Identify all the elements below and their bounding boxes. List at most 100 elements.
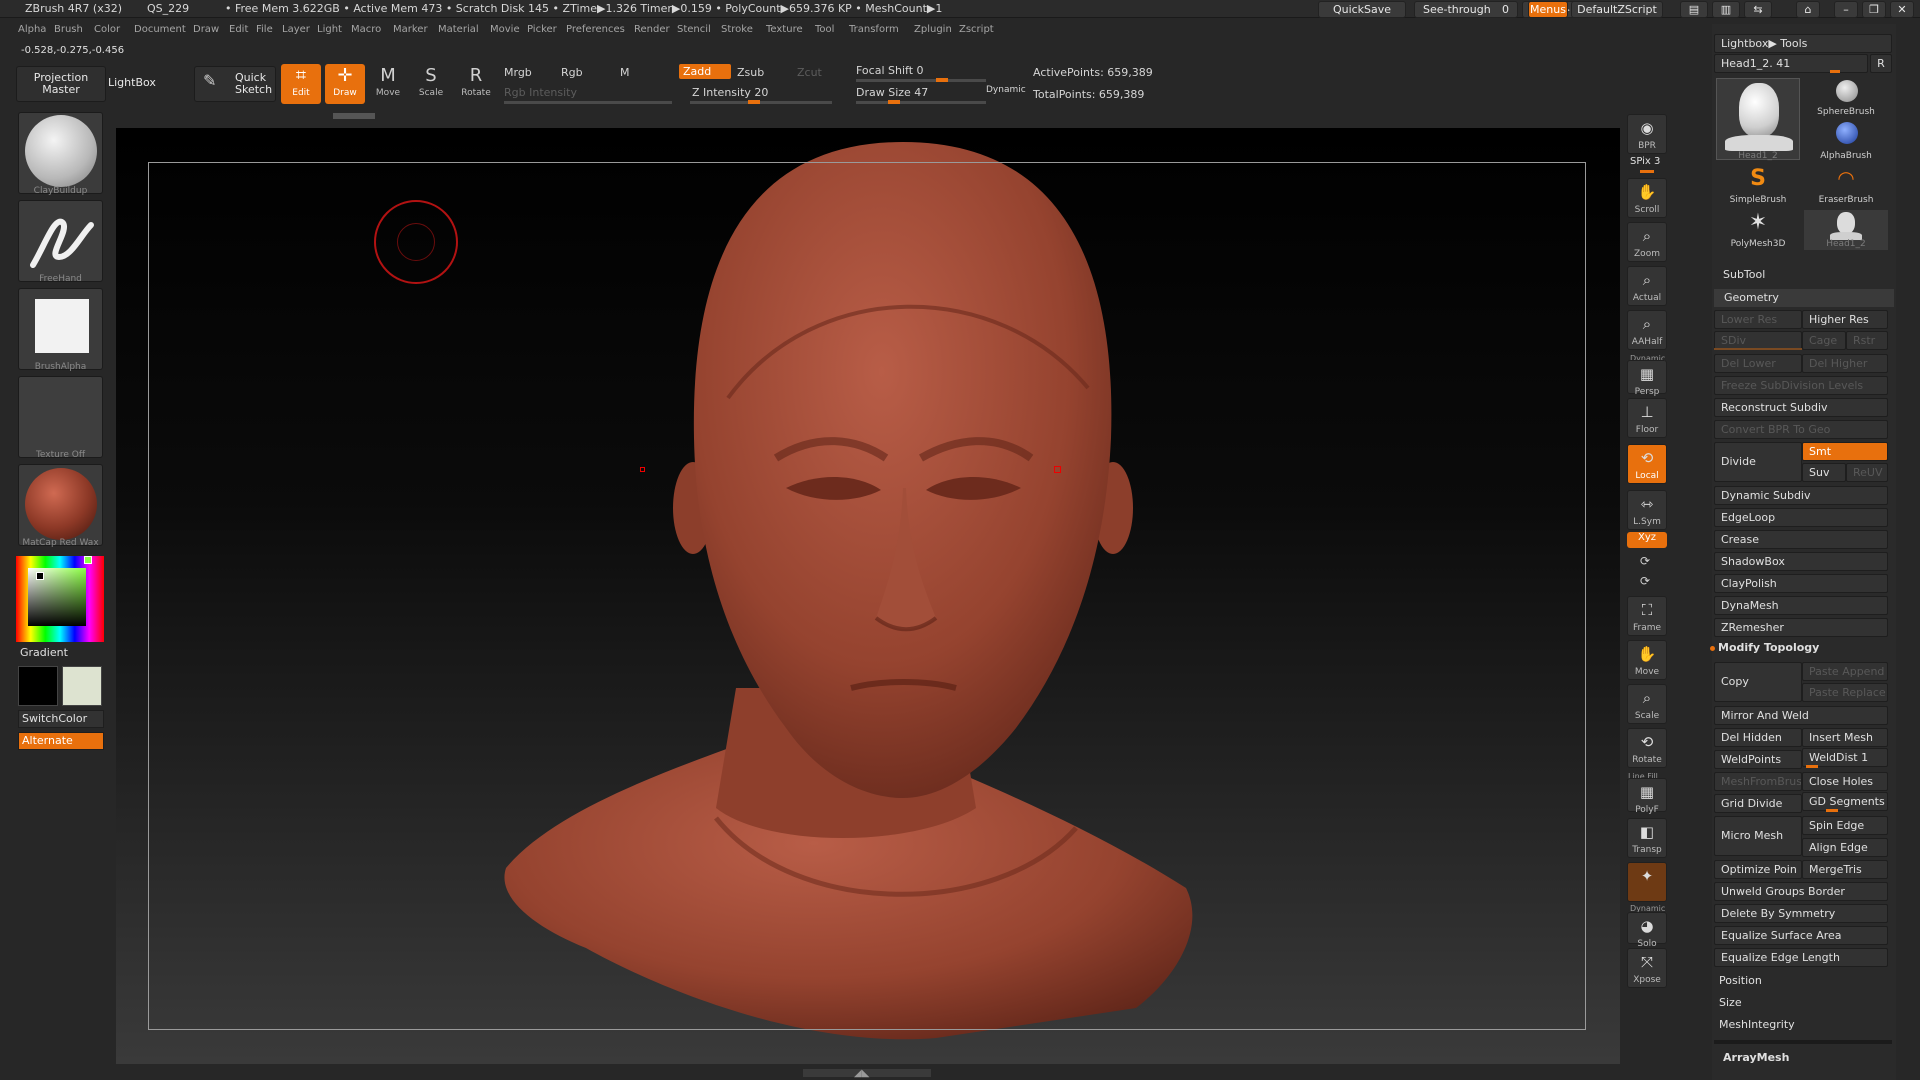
menu-material[interactable]: Material bbox=[438, 24, 479, 35]
lower-res-button[interactable]: Lower Res bbox=[1714, 310, 1802, 329]
unweld-groups-button[interactable]: Unweld Groups Border bbox=[1714, 882, 1888, 901]
menu-document[interactable]: Document bbox=[134, 24, 186, 35]
del-higher-button[interactable]: Del Higher bbox=[1802, 354, 1888, 373]
quicksave-button[interactable]: QuickSave bbox=[1318, 1, 1406, 18]
gd-segments-slider[interactable]: GD Segments bbox=[1802, 792, 1888, 811]
arraymesh-header[interactable]: ArrayMesh bbox=[1723, 1051, 1789, 1064]
menu-render[interactable]: Render bbox=[634, 24, 670, 35]
spix-knob[interactable] bbox=[1640, 170, 1654, 173]
delete-by-symmetry-button[interactable]: Delete By Symmetry bbox=[1714, 904, 1888, 923]
menus-button[interactable]: Menus bbox=[1528, 1, 1568, 18]
menu-edit[interactable]: Edit bbox=[229, 24, 248, 35]
ghost-button[interactable]: ✦ bbox=[1627, 862, 1667, 902]
floor-button[interactable]: ⊥ Floor bbox=[1627, 398, 1667, 438]
layout-icon[interactable]: ▤ bbox=[1680, 1, 1708, 18]
draw-size-slider[interactable]: Draw Size 47 bbox=[856, 86, 928, 99]
smt-toggle[interactable]: Smt bbox=[1802, 442, 1888, 461]
convert-bpr-button[interactable]: Convert BPR To Geo bbox=[1714, 420, 1888, 439]
focal-shift-knob[interactable] bbox=[936, 78, 948, 82]
see-through-slider[interactable]: See-through 0 bbox=[1414, 1, 1518, 18]
xyz-button[interactable]: Xyz bbox=[1627, 532, 1667, 548]
bottom-tray-arrow-icon[interactable]: ◢◣ bbox=[854, 1068, 869, 1079]
aahalf-button[interactable]: ⌕ AAHalf bbox=[1627, 310, 1667, 350]
rstr-button[interactable]: Rstr bbox=[1846, 331, 1888, 350]
frame-button[interactable]: ⛶ Frame bbox=[1627, 596, 1667, 636]
divide-button[interactable]: Divide bbox=[1714, 442, 1802, 482]
dynamesh-section[interactable]: DynaMesh bbox=[1714, 596, 1888, 615]
grid-divide-button[interactable]: Grid Divide bbox=[1714, 794, 1802, 813]
nav-move-button[interactable]: ✋ Move bbox=[1627, 640, 1667, 680]
freeze-subdiv-button[interactable]: Freeze SubDivision Levels bbox=[1714, 376, 1888, 395]
size-section[interactable]: Size bbox=[1719, 996, 1742, 1009]
menu-marker[interactable]: Marker bbox=[393, 24, 428, 35]
menu-texture[interactable]: Texture bbox=[766, 24, 803, 35]
z-intensity-track[interactable] bbox=[690, 101, 832, 104]
lightbox-button[interactable]: LightBox bbox=[106, 66, 190, 102]
rgb-intensity-track[interactable] bbox=[504, 101, 672, 104]
bpr-button[interactable]: ◉ BPR bbox=[1627, 114, 1667, 154]
zremesher-section[interactable]: ZRemesher bbox=[1714, 618, 1888, 637]
menu-brush[interactable]: Brush bbox=[54, 24, 83, 35]
quick-sketch-button[interactable]: ✎ Quick Sketch bbox=[194, 66, 276, 102]
rgb-intensity-slider[interactable]: Rgb Intensity bbox=[504, 86, 577, 99]
reconstruct-subdiv-button[interactable]: Reconstruct Subdiv bbox=[1714, 398, 1888, 417]
z-intensity-knob[interactable] bbox=[748, 100, 760, 104]
edit-mode-button[interactable]: ⌗ Edit bbox=[281, 64, 321, 104]
xpose-button[interactable]: ⤧ Xpose bbox=[1627, 948, 1667, 988]
edgeloop-section[interactable]: EdgeLoop bbox=[1714, 508, 1888, 527]
align-edge-button[interactable]: Align Edge bbox=[1802, 838, 1888, 857]
equalize-surface-button[interactable]: Equalize Surface Area bbox=[1714, 926, 1888, 945]
meshintegrity-section[interactable]: MeshIntegrity bbox=[1719, 1018, 1795, 1031]
rgb-button[interactable]: Rgb bbox=[561, 66, 583, 79]
geometry-header[interactable]: Geometry bbox=[1714, 289, 1894, 307]
rotate-y-icon[interactable]: ⟳ bbox=[1640, 554, 1650, 568]
r-button[interactable]: R bbox=[1870, 54, 1892, 73]
zcut-button[interactable]: Zcut bbox=[797, 66, 822, 79]
micro-mesh-button[interactable]: Micro Mesh bbox=[1714, 816, 1802, 856]
mrgb-button[interactable]: Mrgb bbox=[504, 66, 532, 79]
dynamic-subdiv-section[interactable]: Dynamic Subdiv bbox=[1714, 486, 1888, 505]
lock-icon[interactable]: ⌂ bbox=[1796, 1, 1820, 18]
menu-file[interactable]: File bbox=[256, 24, 273, 35]
color-picker[interactable] bbox=[16, 556, 104, 642]
copy-button[interactable]: Copy bbox=[1714, 662, 1802, 702]
projection-master-button[interactable]: Projection Master bbox=[16, 66, 106, 102]
del-lower-button[interactable]: Del Lower bbox=[1714, 354, 1802, 373]
zsub-button[interactable]: Zsub bbox=[737, 66, 764, 79]
claypolish-section[interactable]: ClayPolish bbox=[1714, 574, 1888, 593]
brush-selector[interactable] bbox=[18, 112, 103, 194]
m-button[interactable]: M bbox=[620, 66, 630, 79]
menu-stroke[interactable]: Stroke bbox=[721, 24, 753, 35]
alternate-button[interactable]: Alternate bbox=[18, 732, 104, 750]
mergetris-button[interactable]: MergeTris bbox=[1802, 860, 1888, 879]
texture-selector[interactable] bbox=[18, 376, 103, 458]
primary-color-swatch[interactable] bbox=[18, 666, 58, 706]
material-selector[interactable] bbox=[18, 464, 103, 546]
scroll-button[interactable]: ✋ Scroll bbox=[1627, 178, 1667, 218]
modify-topology-header[interactable]: Modify Topology bbox=[1718, 641, 1819, 654]
swap-icon[interactable]: ⇆ bbox=[1744, 1, 1772, 18]
stroke-selector[interactable] bbox=[18, 200, 103, 282]
current-tool-slider[interactable]: Head1_2. 41 bbox=[1714, 54, 1868, 73]
zoom-button[interactable]: ⌕ Zoom bbox=[1627, 222, 1667, 262]
rotate-z-icon[interactable]: ⟳ bbox=[1640, 574, 1650, 588]
gradient-label[interactable]: Gradient bbox=[20, 646, 68, 659]
rotate-mode-button[interactable]: R Rotate bbox=[456, 64, 496, 104]
higher-res-button[interactable]: Higher Res bbox=[1802, 310, 1888, 329]
scale-mode-button[interactable]: S Scale bbox=[411, 64, 451, 104]
cage-button[interactable]: Cage bbox=[1802, 331, 1846, 350]
nav-rotate-button[interactable]: ⟲ Rotate bbox=[1627, 728, 1667, 768]
color-picker-cursor[interactable] bbox=[36, 572, 44, 580]
insert-mesh-button[interactable]: Insert Mesh bbox=[1802, 728, 1888, 747]
menu-draw[interactable]: Draw bbox=[193, 24, 219, 35]
menu-light[interactable]: Light bbox=[317, 24, 342, 35]
zadd-button[interactable]: Zadd bbox=[679, 64, 731, 79]
menu-tool[interactable]: Tool bbox=[815, 24, 834, 35]
menu-zscript[interactable]: Zscript bbox=[959, 24, 994, 35]
optimize-points-button[interactable]: Optimize Poin bbox=[1714, 860, 1802, 879]
actual-button[interactable]: ⌕ Actual bbox=[1627, 266, 1667, 306]
suv-toggle[interactable]: Suv bbox=[1802, 463, 1846, 482]
lsym-button[interactable]: ⇿ L.Sym bbox=[1627, 490, 1667, 530]
gd-segments-knob[interactable] bbox=[1826, 809, 1838, 812]
menu-preferences[interactable]: Preferences bbox=[566, 24, 625, 35]
